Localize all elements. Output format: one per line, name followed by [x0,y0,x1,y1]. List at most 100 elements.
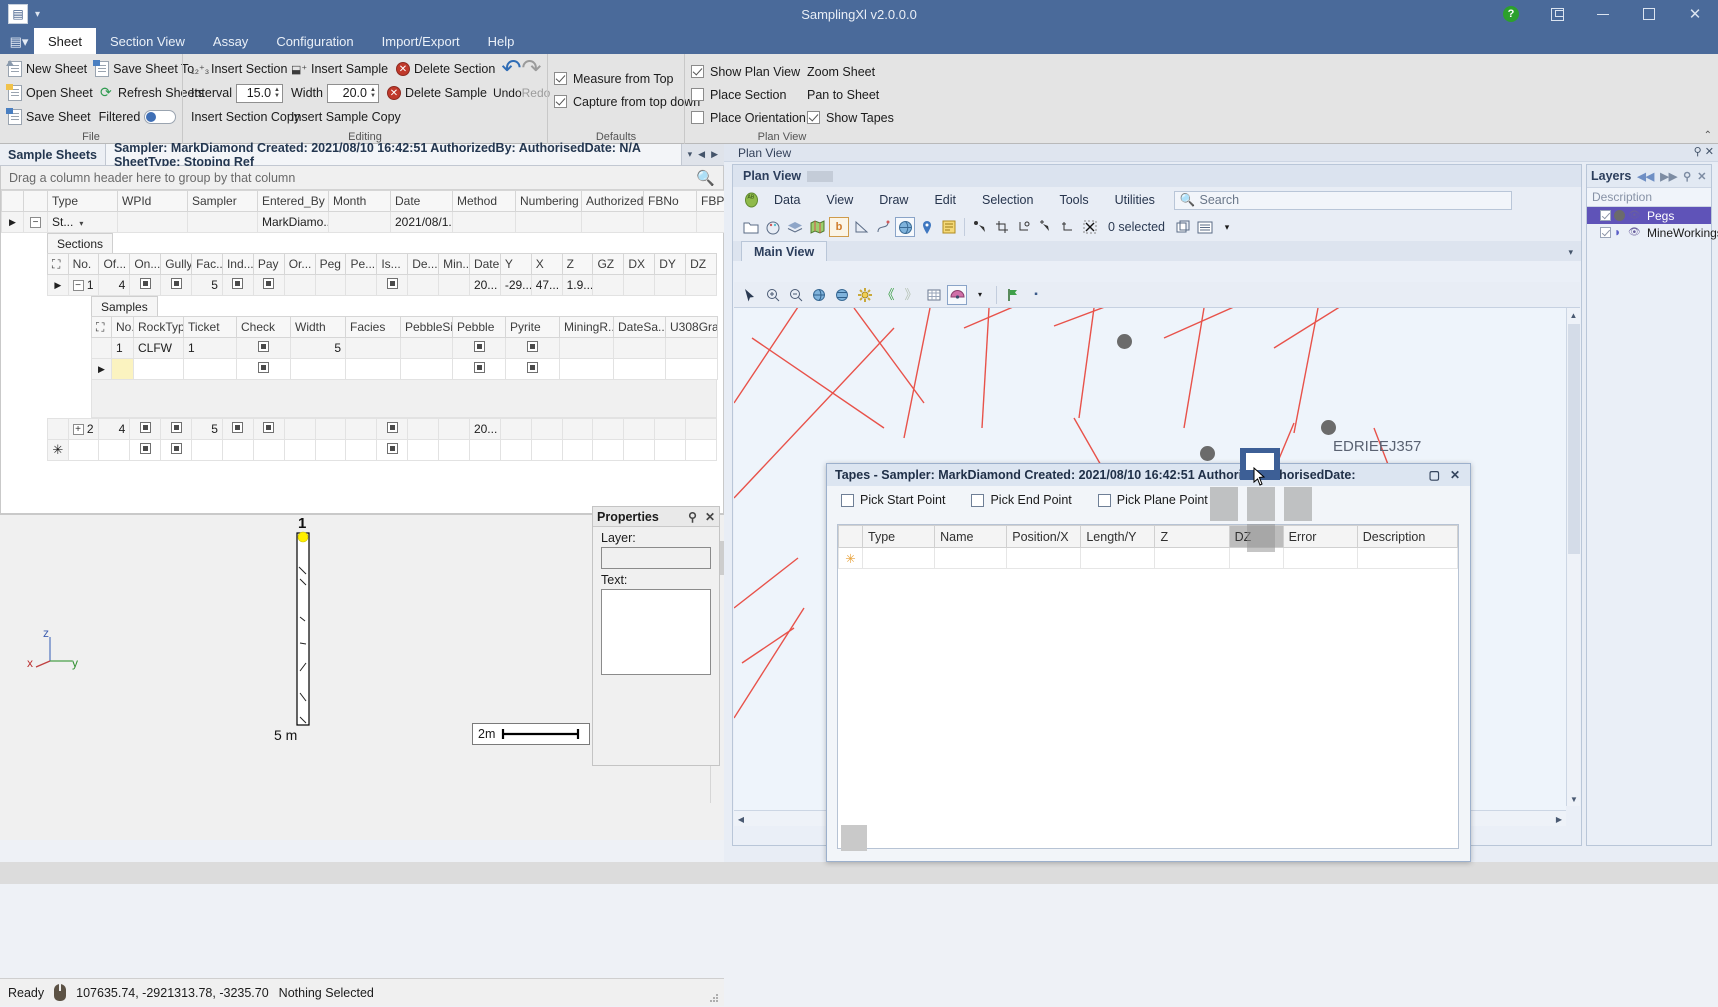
cell-sec-pe[interactable] [346,275,377,296]
peg-dot[interactable] [1117,334,1132,349]
cell-smp-rocktype-new[interactable] [134,359,184,380]
cell-sec-is[interactable] [377,275,408,296]
cell-month[interactable] [329,212,391,233]
plan-view-close-icon[interactable]: ✕ [1705,146,1714,158]
cell-smp-datesa[interactable] [614,338,666,359]
col-sec-peg[interactable]: Peg [315,254,346,275]
col-tape-error[interactable]: Error [1283,526,1357,548]
zoom-out-icon[interactable] [786,285,806,305]
col-sec-x[interactable]: X [531,254,562,275]
next-layer-icon[interactable]: ▶▶ [1660,170,1677,183]
col-sec-z[interactable]: Z [562,254,593,275]
col-method[interactable]: Method [453,191,516,212]
cell-smp-check[interactable] [237,338,291,359]
col-wpid[interactable]: WPId [118,191,188,212]
col-tape-length-y[interactable]: Length/Y [1081,526,1155,548]
cell-smp-pebble-new[interactable] [453,359,506,380]
visibility-eye-icon[interactable]: 👁 [1628,210,1641,221]
menu-data[interactable]: Data [761,189,813,211]
ribbon-menu-icon[interactable]: ▤▾ [4,30,34,54]
globe-icon[interactable] [895,217,915,237]
col-sec-pay[interactable]: Pay [253,254,284,275]
cell-sec2-de[interactable] [408,419,439,440]
col-smp-rocktype[interactable]: RockType [134,317,184,338]
cell-sec2-pe[interactable] [346,419,377,440]
cell-tape-error[interactable] [1283,548,1357,569]
col-sec-de[interactable]: De... [408,254,439,275]
dropdown-caret-icon[interactable]: ▾ [970,285,990,305]
col-numbering[interactable]: Numbering [516,191,582,212]
place-section-checkbox[interactable]: Place Section [691,83,799,106]
cell-authorized[interactable] [582,212,644,233]
cell-sec3-dz[interactable] [686,440,717,461]
menu-tools[interactable]: Tools [1046,189,1101,211]
quick-access-caret-icon[interactable]: ▾ [32,9,43,20]
peg-dot[interactable] [1200,446,1215,461]
tab-help[interactable]: Help [474,28,529,54]
cell-smp-pebblesize[interactable] [401,338,453,359]
cell-smp-pyrite[interactable] [506,338,560,359]
save-sheet-button[interactable]: Save Sheet [6,109,97,125]
point-select-icon[interactable] [970,217,990,237]
undo-button[interactable]: ↶ [501,58,521,80]
cell-sec3-date[interactable] [469,440,500,461]
table-row[interactable]: + 2 4 5 20... [48,419,717,440]
cell-sec2-x[interactable] [531,419,562,440]
cell-sec-x[interactable]: 47... [531,275,562,296]
col-sec-or[interactable]: Or... [284,254,315,275]
cell-sec3-or[interactable] [284,440,315,461]
col-smp-ticket[interactable]: Ticket [184,317,237,338]
col-sec-fac[interactable]: Fac... [192,254,223,275]
delete-sample-button[interactable]: ✕ Delete Sample [385,86,493,100]
cell-smp-u308-new[interactable] [666,359,718,380]
cell-smp-u308[interactable] [666,338,718,359]
tab-next-icon[interactable]: ▶ [711,149,718,160]
tab-dropdown-caret-icon[interactable]: ▾ [688,149,693,160]
pick-start-point-checkbox[interactable]: Pick Start Point [841,493,945,507]
arrow-icon[interactable] [740,285,760,305]
color-icon[interactable] [947,285,967,305]
interval-stepper[interactable]: 15.0 ▲▼ [236,84,283,103]
new-sheet-button[interactable]: New Sheet [6,61,93,77]
layer-input[interactable] [601,547,711,569]
col-month[interactable]: Month [329,191,391,212]
interval-spinner-icon[interactable]: ▲▼ [274,87,280,99]
cell-smp-ticket-new[interactable] [184,359,237,380]
cell-sec3-on[interactable] [130,440,161,461]
crop-icon[interactable] [992,217,1012,237]
cell-smp-width[interactable]: 5 [291,338,346,359]
cell-sec2-of[interactable]: 4 [99,419,130,440]
section-drawing[interactable]: 1 5 m z y x 2m [0,515,660,803]
tapes-close-icon[interactable]: ✕ [1450,468,1460,482]
cell-smp-pebble[interactable] [453,338,506,359]
duplicate-icon[interactable] [1173,217,1193,237]
dot-icon[interactable]: ▪ [1026,285,1046,305]
tab-prev-icon[interactable]: ◀ [698,149,705,160]
cell-type[interactable]: St...▾ [48,212,118,233]
cell-sec3-ind[interactable] [222,440,253,461]
zoom-in-icon[interactable] [763,285,783,305]
tab-assay[interactable]: Assay [199,28,262,54]
cell-sec2-no[interactable]: + 2 [68,419,99,440]
collapse-ribbon-button[interactable]: ⌃ [1704,130,1712,141]
col-sec-no[interactable]: No. [68,254,99,275]
cell-sec2-is[interactable] [377,419,408,440]
tab-main-view[interactable]: Main View [741,241,827,261]
col-tape-z[interactable]: Z [1155,526,1229,548]
cell-smp-ticket[interactable]: 1 [184,338,237,359]
col-sec-dx[interactable]: DX [624,254,655,275]
cell-date[interactable]: 2021/08/1... [391,212,453,233]
cell-sec2-pay[interactable] [253,419,284,440]
menu-utilities[interactable]: Utilities [1102,189,1168,211]
cell-sec3-of[interactable] [99,440,130,461]
open-sheet-button[interactable]: Open Sheet [6,85,98,101]
col-sec-dy[interactable]: DY [655,254,686,275]
cell-sec-de[interactable] [408,275,439,296]
cell-sec-peg[interactable] [315,275,346,296]
cell-smp-facies[interactable] [346,338,401,359]
cell-sec-y[interactable]: -29... [500,275,531,296]
cell-tape-description[interactable] [1357,548,1457,569]
col-sec-date[interactable]: Date [469,254,500,275]
tab-sections[interactable]: Sections [47,233,113,253]
list-icon[interactable] [1195,217,1215,237]
